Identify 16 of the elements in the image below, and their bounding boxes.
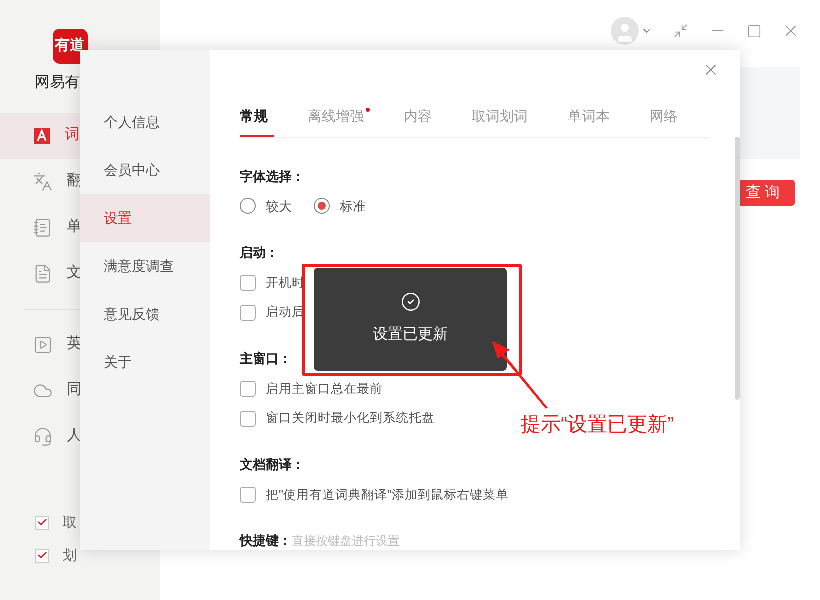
section-title: 文档翻译： (240, 456, 306, 474)
radio-label: 标准 (340, 198, 366, 216)
checkbox-label: 划 (63, 546, 77, 565)
toast-message: 设置已更新 (373, 325, 448, 345)
checkbox-label: 取 (63, 513, 77, 532)
app-name: 网易有 (35, 73, 80, 93)
section-title: 字体选择： (240, 168, 306, 186)
hint-text: 直接按键盘进行设置 (292, 533, 400, 550)
radio-label: 较大 (266, 198, 292, 216)
checkbox-label: 窗口关闭时最小化到系统托盘 (266, 410, 435, 428)
section-title: 快捷键： (240, 532, 292, 550)
section-title: 主窗口： (240, 350, 293, 368)
checkbox-label: 启用主窗口总在最前 (266, 380, 383, 398)
section-title: 启动： (240, 244, 280, 262)
checkbox-label: 把"使用有道词典翻译"添加到鼠标右键菜单 (266, 486, 509, 504)
annotation-text: 提示“设置已更新” (521, 413, 674, 438)
